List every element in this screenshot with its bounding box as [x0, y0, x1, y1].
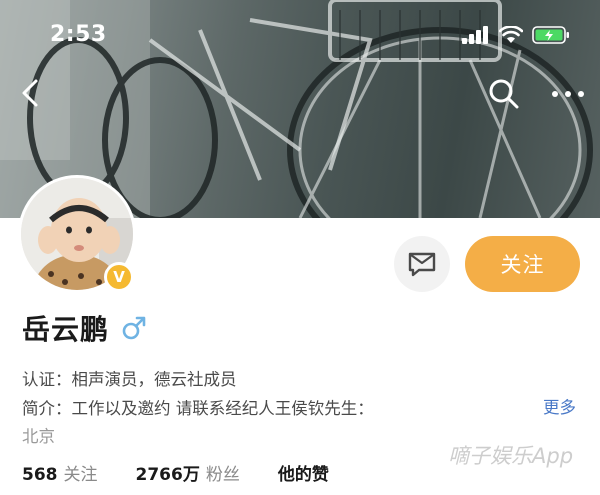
message-button[interactable]	[394, 236, 450, 292]
verified-badge: V	[104, 262, 134, 292]
status-bar: 2:53	[0, 0, 600, 70]
likes-label: 他的赞	[277, 465, 329, 485]
wifi-icon	[499, 26, 523, 43]
bio-text: 简介：工作以及邀约 请联系经纪人王侯钦先生：	[22, 399, 374, 418]
follow-button[interactable]: 关注	[465, 236, 580, 292]
more-icon[interactable]	[548, 84, 588, 104]
stats-row: 568 关注 2766万 粉丝 他的赞	[22, 460, 367, 485]
name-row: 岳云鹏	[22, 308, 147, 348]
more-link[interactable]: 更多	[543, 394, 576, 418]
likes-stat[interactable]: 他的赞	[278, 460, 329, 485]
following-count: 568	[22, 465, 58, 485]
signal-icon	[462, 26, 488, 44]
message-icon	[408, 252, 436, 277]
location-text: 北京	[22, 427, 55, 446]
status-time: 2:53	[50, 22, 107, 47]
watermark: 嘀子娱乐App	[448, 444, 574, 468]
followers-stat[interactable]: 2766万 粉丝	[136, 460, 240, 485]
followers-count: 2766万	[135, 465, 200, 485]
certification-text: 认证：相声演员，德云社成员	[22, 370, 237, 389]
male-icon	[122, 316, 146, 340]
following-stat[interactable]: 568 关注	[22, 460, 98, 485]
back-icon[interactable]	[18, 78, 44, 108]
profile-name: 岳云鹏	[22, 313, 110, 346]
status-icons	[462, 26, 570, 44]
followers-label: 粉丝	[205, 465, 240, 485]
following-label: 关注	[63, 465, 98, 485]
search-icon[interactable]	[488, 78, 520, 110]
battery-icon	[532, 26, 569, 44]
